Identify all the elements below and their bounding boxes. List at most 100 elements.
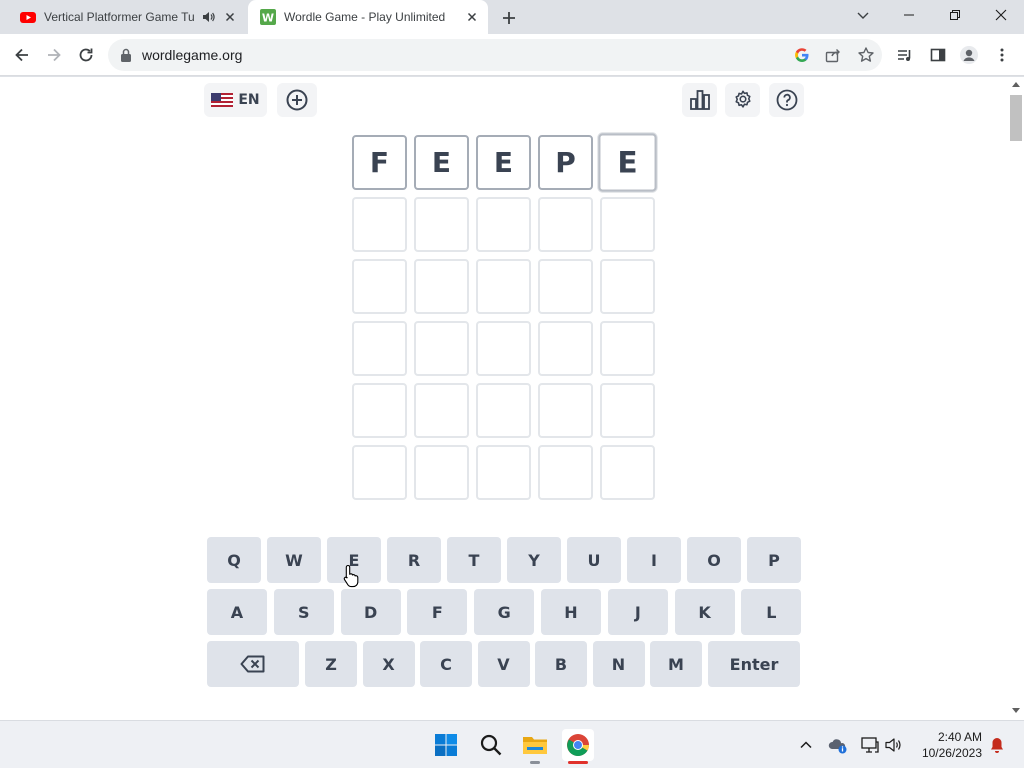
running-indicator	[530, 761, 540, 764]
show-hidden-icons-button[interactable]	[796, 735, 816, 755]
key-r[interactable]: R	[387, 537, 441, 583]
settings-button[interactable]	[725, 83, 760, 117]
key-k[interactable]: K	[674, 589, 735, 635]
key-c[interactable]: C	[420, 641, 472, 687]
forward-button[interactable]	[42, 43, 66, 67]
search-button[interactable]	[475, 729, 507, 761]
google-icon[interactable]	[793, 46, 811, 64]
key-g[interactable]: G	[474, 589, 535, 635]
key-j[interactable]: J	[607, 589, 668, 635]
key-t[interactable]: T	[447, 537, 501, 583]
reload-button[interactable]	[74, 43, 98, 67]
board-tile	[414, 321, 469, 376]
address-bar[interactable]: wordlegame.org	[108, 39, 882, 71]
key-i[interactable]: I	[627, 537, 681, 583]
share-icon[interactable]	[824, 46, 842, 64]
svg-text:W: W	[262, 12, 274, 25]
board-tile: E	[476, 135, 531, 190]
chrome-taskbar-button[interactable]	[562, 729, 594, 764]
minimize-icon	[904, 14, 914, 16]
tab-youtube[interactable]: Vertical Platformer Game Tu	[8, 0, 246, 34]
board-tile	[352, 445, 407, 500]
board-tile	[600, 383, 655, 438]
language-button[interactable]: EN	[204, 83, 267, 117]
board-tile: E	[598, 133, 657, 192]
active-indicator	[568, 761, 588, 764]
cloud-info-icon	[828, 739, 847, 754]
close-window-button[interactable]	[978, 0, 1024, 30]
key-q[interactable]: Q	[207, 537, 261, 583]
key-w[interactable]: W	[267, 537, 321, 583]
volume-button[interactable]	[884, 735, 904, 755]
start-button[interactable]	[430, 729, 462, 761]
new-game-button[interactable]	[277, 83, 317, 117]
key-v[interactable]: V	[477, 641, 530, 687]
close-tab-icon[interactable]	[464, 9, 480, 25]
board-tile	[476, 383, 531, 438]
statistics-button[interactable]	[682, 83, 717, 117]
board-tile	[352, 321, 407, 376]
lock-icon[interactable]	[120, 48, 132, 62]
page-scrollbar[interactable]	[1008, 77, 1024, 720]
board-tile	[414, 197, 469, 252]
notification-bell-icon	[991, 738, 1003, 753]
media-controls-button[interactable]	[893, 43, 917, 67]
taskbar-clock[interactable]: 2:40 AM 10/26/2023	[914, 729, 982, 761]
key-l[interactable]: L	[741, 589, 802, 635]
scrollbar-thumb[interactable]	[1010, 95, 1022, 141]
key-h[interactable]: H	[541, 589, 601, 635]
scroll-up-arrow[interactable]	[1012, 82, 1020, 87]
key-n[interactable]: N	[592, 641, 645, 687]
board-tile	[600, 197, 655, 252]
file-explorer-button[interactable]	[519, 729, 551, 764]
network-button[interactable]	[860, 735, 880, 755]
key-m[interactable]: M	[650, 641, 702, 687]
key-y[interactable]: Y	[507, 537, 561, 583]
key-z[interactable]: Z	[305, 641, 357, 687]
board-tile	[538, 197, 593, 252]
key-u[interactable]: U	[567, 537, 621, 583]
wordle-page: EN FEEPE Q W E R T Y U I O P A S D F G H J K L Z X C V B N M Enter	[0, 77, 1008, 720]
key-x[interactable]: X	[362, 641, 415, 687]
question-circle-icon	[776, 89, 797, 111]
chrome-icon	[567, 734, 589, 756]
bookmark-star-icon[interactable]	[857, 46, 875, 64]
key-d[interactable]: D	[340, 589, 401, 635]
key-e[interactable]: E	[327, 537, 381, 583]
profile-button[interactable]	[957, 43, 981, 67]
board-tile	[352, 197, 407, 252]
key-a[interactable]: A	[207, 589, 267, 635]
backspace-key[interactable]	[207, 641, 299, 687]
chevron-down-icon	[857, 12, 869, 19]
minimize-button[interactable]	[886, 0, 932, 30]
board-tile	[538, 259, 593, 314]
board-tile	[538, 383, 593, 438]
side-panel-button[interactable]	[926, 43, 950, 67]
help-button[interactable]	[769, 83, 804, 117]
notifications-button[interactable]	[987, 735, 1007, 755]
bar-chart-icon	[689, 90, 710, 110]
key-f[interactable]: F	[407, 589, 468, 635]
profile-avatar-icon	[960, 46, 978, 64]
key-p[interactable]: P	[747, 537, 801, 583]
youtube-icon	[20, 12, 36, 23]
restore-icon	[950, 10, 960, 20]
key-s[interactable]: S	[273, 589, 334, 635]
side-panel-icon	[930, 48, 946, 62]
back-button[interactable]	[10, 43, 34, 67]
enter-key[interactable]: Enter	[708, 641, 800, 687]
arrow-right-icon	[48, 48, 61, 62]
close-tab-icon[interactable]	[222, 9, 238, 25]
speaker-icon[interactable]	[200, 9, 216, 25]
browser-menu-button[interactable]	[990, 43, 1014, 67]
scroll-down-arrow[interactable]	[1012, 708, 1020, 713]
tab-search-button[interactable]	[840, 0, 886, 30]
new-tab-icon[interactable]	[498, 7, 520, 29]
plus-circle-icon	[286, 89, 308, 111]
tab-wordle[interactable]: W Wordle Game - Play Unlimited	[248, 0, 488, 34]
kebab-menu-icon	[1000, 48, 1004, 62]
onedrive-button[interactable]	[828, 735, 848, 755]
restore-button[interactable]	[932, 0, 978, 30]
key-b[interactable]: B	[535, 641, 587, 687]
key-o[interactable]: O	[687, 537, 741, 583]
